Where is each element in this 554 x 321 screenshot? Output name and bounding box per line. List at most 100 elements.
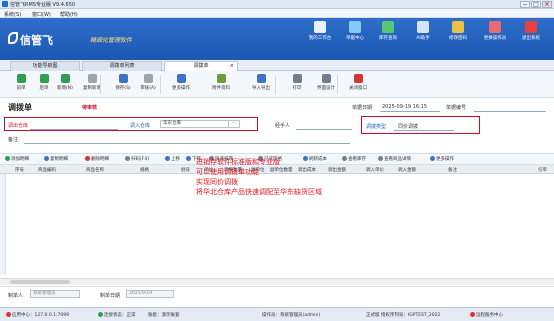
change-password-icon (452, 21, 464, 33)
more-actions-button[interactable]: 更多操作 (166, 74, 196, 96)
column-header[interactable]: 备注 (448, 167, 457, 173)
grid-tool-label: 查看商品详情 (384, 157, 411, 162)
ai-assistant-icon (417, 21, 429, 33)
banner-switch-operator-button[interactable]: 更换操作员 (477, 19, 513, 59)
inventory-query-icon (382, 21, 394, 33)
tab-transfer-order[interactable]: 调拨单 × (164, 61, 238, 71)
toolbar-label: 附件资料 (212, 86, 230, 91)
memo-label: 备注 (8, 137, 19, 143)
minimize-button[interactable]: − (520, 1, 530, 8)
view-product-detail-button[interactable]: 查看商品详情 (378, 156, 411, 162)
delete-row-icon (85, 156, 90, 161)
document-center-icon (349, 21, 361, 33)
tab-transfer-list[interactable]: 调拨单列表 (82, 61, 162, 71)
in-warehouse-picker-button[interactable]: ··· (228, 120, 240, 128)
brand-logo: 信管飞 (20, 34, 53, 47)
move-up-button[interactable]: 上移 (165, 156, 180, 162)
scan-icon (125, 156, 130, 161)
toolbar-label: 复制新增 (83, 86, 101, 91)
print-button[interactable]: 打印 (282, 74, 312, 96)
switch-operator-icon (489, 21, 501, 33)
maximize-button[interactable]: □ (531, 1, 541, 8)
copy-new-button[interactable]: 复制新增 (77, 74, 107, 96)
tab-function-nav[interactable]: 功能导航图 (10, 61, 80, 71)
add-row-button[interactable]: 添加明细 (5, 156, 29, 162)
grid-tool-label: 查看库存 (348, 157, 366, 162)
grid-more-actions-icon (430, 156, 435, 161)
close-window-button[interactable]: 关闭窗口 (343, 74, 373, 96)
banner-exit-system-button[interactable]: 退出系统 (513, 19, 549, 59)
attachments-button[interactable]: 附件资料 (206, 74, 236, 96)
toolbar-label: 审核(A) (140, 86, 156, 91)
annotation-line: 将华北仓库产品快速调配至华东缺货区域 (196, 188, 322, 196)
brand-slogan: 精细化管理软件 (90, 37, 133, 44)
status-label: 操作员：系统管理员(admin) (262, 313, 321, 318)
exit-system-icon (525, 21, 537, 33)
view-product-detail-icon (378, 156, 383, 161)
close-window-button[interactable]: × (542, 1, 552, 8)
toolbar-separator (100, 75, 101, 94)
toolbar-label: 新增(N) (57, 86, 73, 91)
title-bar: 信管飞RMS专业版 V9.4.650 − □ × (0, 0, 554, 9)
column-header[interactable]: 调入单价 (366, 167, 384, 173)
column-header[interactable]: 调入金额 (398, 167, 416, 173)
grid-tool-label: 扫码(F4) (131, 157, 149, 162)
date-field[interactable]: 2025-09-19 16:15 (382, 104, 427, 110)
banner-item-label: 退出系统 (522, 36, 540, 41)
column-header[interactable]: 调出金额 (328, 167, 346, 173)
status-label: 正式版 授权序列号：IGPTEST_2022 (366, 313, 441, 318)
scan-button[interactable]: 扫码(F4) (125, 156, 149, 162)
form-header: 调拨单 待审核 单据日期 2025-09-19 16:15 单据编号 调出仓库 … (0, 98, 554, 150)
status-label: 应用中心：127.0.0.1:7099 (12, 313, 69, 318)
import-export-icon (256, 74, 266, 83)
new-button[interactable]: 新增(N) (50, 74, 80, 96)
banner-item-label: 修改密码 (449, 36, 467, 41)
view-stock-button[interactable]: 查看库存 (342, 156, 366, 162)
column-header[interactable]: 商品名称 (86, 167, 104, 173)
window-title: 信管飞RMS专业版 V9.4.650 (10, 2, 76, 8)
banner-inventory-query-button[interactable]: 库存查询 (370, 19, 406, 59)
banner-change-password-button[interactable]: 修改密码 (440, 19, 476, 59)
toolbar-separator (160, 75, 161, 94)
make-date-label: 制单日期 (100, 293, 121, 299)
grid-more-actions-button[interactable]: 更多操作 (430, 156, 454, 162)
column-header[interactable]: 引单 (538, 167, 547, 173)
import-export-button[interactable]: 导入导出 (246, 74, 276, 96)
scrollbar-thumb[interactable] (10, 280, 70, 284)
menu-window[interactable]: 窗口(W) (32, 11, 51, 18)
banner-ai-assistant-button[interactable]: AI助手 (405, 19, 441, 59)
attachments-icon (216, 74, 226, 83)
row-indicator (0, 174, 6, 274)
delete-row-button[interactable]: 删除明细 (85, 156, 109, 162)
column-header[interactable]: 规格 (140, 167, 149, 173)
menu-system[interactable]: 系统(S) (4, 11, 21, 18)
status-item: 应用中心：127.0.0.1:7099 (6, 312, 69, 318)
status-item[interactable]: 远程服务中心 (470, 312, 503, 318)
toolbar-label: 打印 (292, 86, 302, 91)
horizontal-scrollbar[interactable] (0, 278, 554, 285)
column-header[interactable]: 商品编码 (38, 167, 56, 173)
date-label: 单据日期 (352, 105, 373, 111)
print-icon (292, 74, 302, 83)
annotation-text: 进销存软件标准版和专业版 可以使用调拨单功能 实现同价调拨 将华北仓库产品快速调… (196, 157, 322, 197)
status-icon (470, 312, 475, 317)
transfer-type-field[interactable]: 同价调拨 (398, 123, 418, 130)
banner-item-label: 我的工作台 (308, 36, 332, 41)
more-actions-icon (176, 74, 186, 83)
approve-button[interactable]: 审核(A) (133, 74, 163, 96)
tab-close-icon[interactable]: × (230, 62, 234, 71)
annotation-line: 实现同价调拨 (196, 178, 238, 186)
banner-workbench-button[interactable]: 我的工作台 (302, 19, 338, 59)
view-stock-icon (342, 156, 347, 161)
maker-field: 系统管理员 (30, 290, 80, 298)
status-badge: 待审核 (82, 105, 98, 111)
copy-row-button[interactable]: 复制明细 (44, 156, 68, 162)
menu-help[interactable]: 帮助(H) (60, 11, 78, 18)
column-header[interactable]: 批号 (181, 167, 190, 173)
form-footer: 制单人 系统管理员 制单日期 2025/9/19 (0, 286, 554, 307)
banner-document-center-button[interactable]: 单据中心 (337, 19, 373, 59)
column-header[interactable]: 序号 (15, 167, 24, 173)
annotation-line: 可以使用调拨单功能 (196, 168, 259, 176)
no-label: 单据编号 (446, 105, 467, 111)
banner-item-label: 库存查询 (379, 36, 397, 41)
